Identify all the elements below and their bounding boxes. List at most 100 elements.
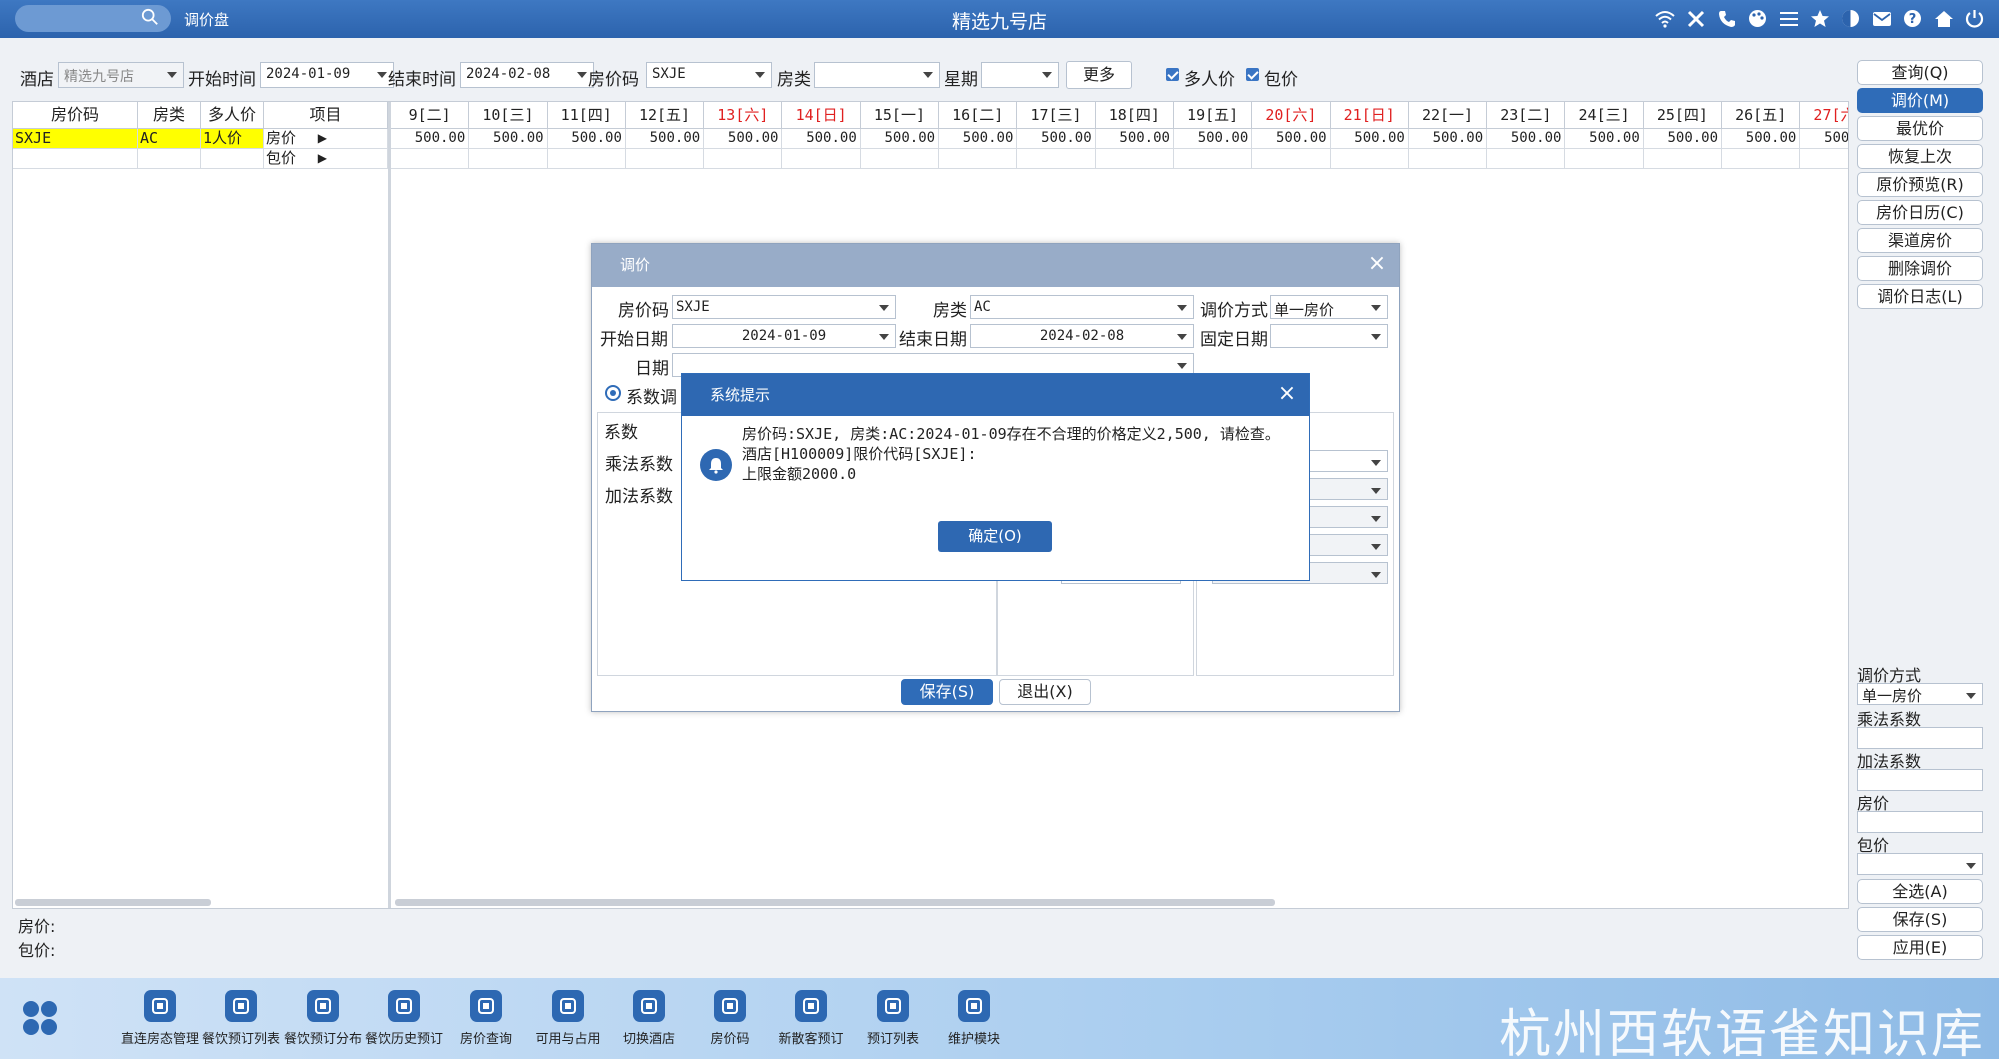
palette-icon[interactable] [1747, 8, 1768, 29]
query-button[interactable]: 查询(Q) [1857, 60, 1983, 85]
price-cell[interactable]: 500.00 [782, 129, 861, 149]
dlg-save-button[interactable]: 保存(S) [901, 679, 993, 705]
room-type-select[interactable] [814, 62, 940, 88]
package-cell[interactable] [391, 149, 470, 169]
original-preview-button[interactable]: 原价预览(R) [1857, 172, 1983, 197]
date-column-header[interactable]: 19[五] [1173, 102, 1253, 129]
dlg-rate-code-select[interactable]: SXJE [672, 295, 896, 319]
price-cell[interactable]: 500.00 [1487, 129, 1566, 149]
table-row[interactable] [391, 149, 1848, 169]
price-cell[interactable]: 500.00 [469, 129, 548, 149]
cell-multi-person[interactable] [201, 149, 264, 169]
date-column-header[interactable]: 25[四] [1643, 102, 1723, 129]
dlg-exit-button[interactable]: 退出(X) [999, 679, 1091, 705]
save-button[interactable]: 保存(S) [1857, 907, 1983, 932]
best-price-button[interactable]: 最优价 [1857, 116, 1983, 141]
wifi-icon[interactable] [1654, 8, 1675, 29]
select-all-button[interactable]: 全选(A) [1857, 879, 1983, 904]
expand-arrow-icon[interactable]: ▶ [318, 129, 327, 148]
package-cell[interactable] [1565, 149, 1644, 169]
col-header-item[interactable]: 项目 [264, 102, 388, 129]
apply-button[interactable]: 应用(E) [1857, 935, 1983, 960]
dialog-title[interactable]: 调价 [592, 244, 1399, 287]
cell-room-type[interactable]: AC [138, 129, 201, 149]
add-coef-input[interactable] [1857, 769, 1983, 791]
top-search-box[interactable] [15, 5, 171, 32]
cell-multi-person[interactable]: 1人价 [201, 129, 264, 149]
price-cell[interactable]: 500.00 [1095, 129, 1174, 149]
close-icon[interactable]: × [1367, 253, 1387, 275]
date-column-header[interactable]: 27[六] [1800, 102, 1848, 129]
dock-item[interactable]: 房价查询 [446, 990, 526, 1047]
multi-person-checkbox[interactable] [1166, 68, 1179, 81]
package-cell[interactable] [547, 149, 626, 169]
adjust-log-button[interactable]: 调价日志(L) [1857, 284, 1983, 309]
dock-item[interactable]: 可用与占用 [528, 990, 608, 1047]
cell-rate-code[interactable] [13, 149, 138, 169]
grid-splitter[interactable] [388, 102, 391, 908]
power-icon[interactable] [1964, 8, 1985, 29]
table-row[interactable]: 包价 ▶ [13, 149, 388, 169]
confirm-button[interactable]: 确定(O) [938, 521, 1052, 552]
help-icon[interactable]: ? [1902, 8, 1923, 29]
app-logo-icon[interactable] [20, 998, 60, 1038]
channel-price-button[interactable]: 渠道房价 [1857, 228, 1983, 253]
method-select[interactable]: 单一房价 [1857, 683, 1983, 705]
expand-arrow-icon[interactable]: ▶ [318, 149, 327, 168]
dock-item[interactable]: 餐饮历史预订 [364, 990, 444, 1047]
price-input[interactable] [1857, 811, 1983, 833]
dock-item[interactable]: 预订列表 [853, 990, 933, 1047]
package-cell[interactable] [1722, 149, 1801, 169]
left-horizontal-scrollbar[interactable] [15, 899, 211, 906]
dock-item[interactable]: 切换酒店 [609, 990, 689, 1047]
date-column-header[interactable]: 16[二] [939, 102, 1018, 129]
package-cell[interactable] [1173, 149, 1253, 169]
price-cell[interactable]: 500.00 [704, 129, 783, 149]
theme-icon[interactable] [1840, 8, 1861, 29]
table-row[interactable]: SXJE AC 1人价 房价 ▶ [13, 129, 388, 149]
date-column-header[interactable]: 11[四] [547, 102, 626, 129]
date-column-header[interactable]: 23[二] [1487, 102, 1566, 129]
price-cell[interactable]: 500.00 [1722, 129, 1801, 149]
package-cell[interactable] [1800, 149, 1848, 169]
mult-coef-input[interactable] [1857, 727, 1983, 749]
price-cell[interactable]: 500.00 [1017, 129, 1096, 149]
hotel-select[interactable]: 精选九号店 [58, 62, 184, 88]
price-cell[interactable]: 500.00 [1173, 129, 1253, 149]
package-cell[interactable] [1017, 149, 1096, 169]
col-header-room-type[interactable]: 房类 [138, 102, 201, 129]
col-header-multi-person[interactable]: 多人价 [201, 102, 264, 129]
package-cell[interactable] [1252, 149, 1331, 169]
package-cell[interactable] [1643, 149, 1723, 169]
package-cell[interactable] [469, 149, 548, 169]
dlg-fixed-date-select[interactable] [1270, 324, 1388, 348]
table-row[interactable]: 500.00 500.00 500.00 500.00 500.00 500.00 500.… [391, 129, 1848, 149]
price-cell[interactable]: 500.00 [1800, 129, 1848, 149]
package-cell[interactable] [704, 149, 783, 169]
date-column-header[interactable]: 22[一] [1408, 102, 1488, 129]
price-cell[interactable]: 500.00 [1408, 129, 1488, 149]
tools-icon[interactable] [1685, 8, 1706, 29]
date-column-header[interactable]: 9[二] [391, 102, 470, 129]
package-cell[interactable] [1330, 149, 1409, 169]
price-cell[interactable]: 500.00 [939, 129, 1018, 149]
weekday-select[interactable] [981, 62, 1059, 88]
dock-item[interactable]: 房价码 [690, 990, 770, 1047]
price-cell[interactable]: 500.00 [625, 129, 705, 149]
price-cell[interactable]: 500.00 [860, 129, 940, 149]
dock-item[interactable]: 餐饮预订列表 [201, 990, 281, 1047]
date-column-header[interactable]: 26[五] [1722, 102, 1801, 129]
home-icon[interactable] [1933, 8, 1954, 29]
package-cell[interactable] [1095, 149, 1174, 169]
date-column-header[interactable]: 10[三] [469, 102, 548, 129]
end-time-select[interactable]: 2024-02-08 [460, 62, 594, 88]
price-cell[interactable]: 500.00 [1565, 129, 1644, 149]
date-column-header[interactable]: 18[四] [1095, 102, 1174, 129]
col-header-rate-code[interactable]: 房价码 [13, 102, 138, 129]
cell-item[interactable]: 房价 ▶ [264, 129, 388, 149]
package-cell[interactable] [860, 149, 940, 169]
package-cell[interactable] [939, 149, 1018, 169]
cell-rate-code[interactable]: SXJE [13, 129, 138, 149]
delete-adjust-button[interactable]: 删除调价 [1857, 256, 1983, 281]
rate-code-select[interactable]: SXJE [646, 62, 772, 88]
